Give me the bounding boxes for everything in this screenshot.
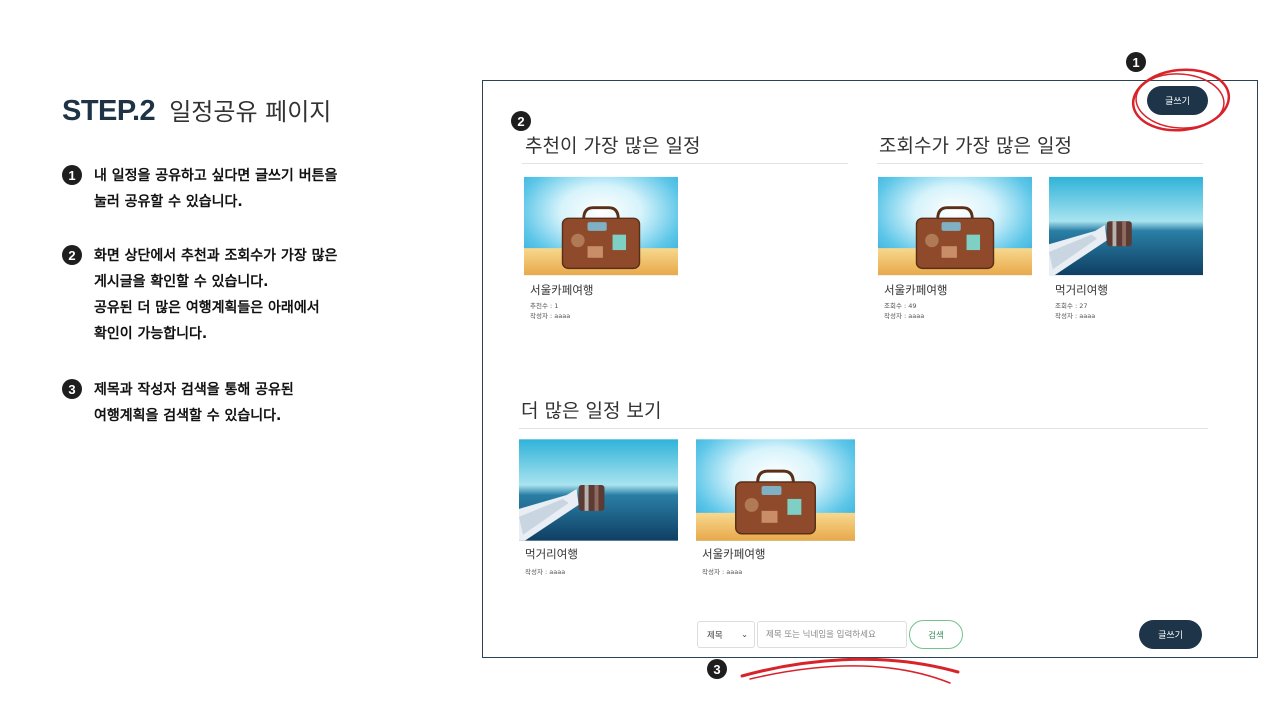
marker-2-icon: 2 xyxy=(511,111,531,131)
highlight-circle xyxy=(1131,68,1231,132)
marker-3-icon: 3 xyxy=(707,659,727,679)
marker-1-icon: 1 xyxy=(1126,52,1146,72)
annotation-layer xyxy=(740,68,1231,684)
